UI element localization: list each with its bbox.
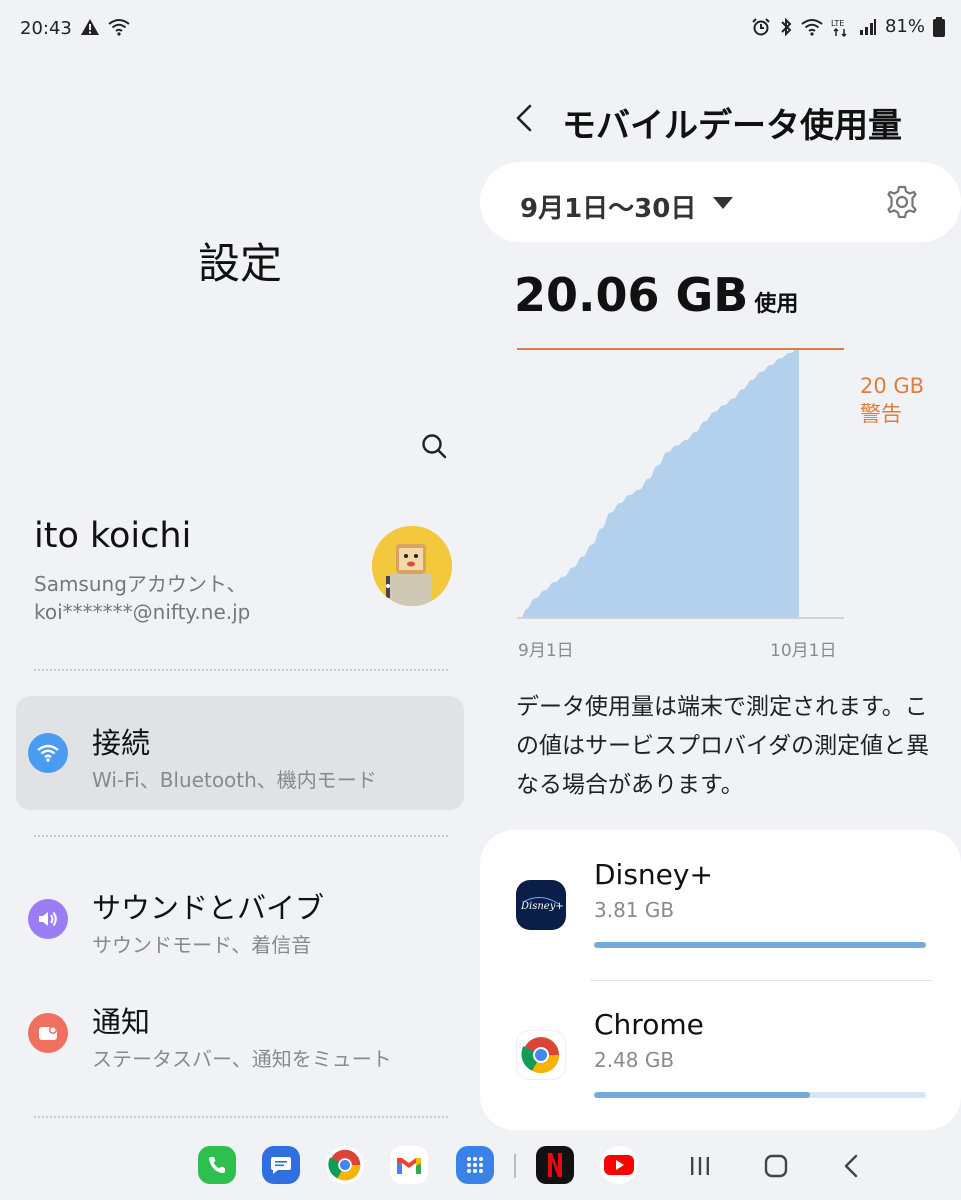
disney-plus-icon: Disney+ xyxy=(516,880,566,930)
settings-title: 設定 xyxy=(197,239,282,288)
search-button[interactable] xyxy=(414,426,454,466)
wifi-icon xyxy=(801,18,823,36)
app-size: 3.81 GB xyxy=(594,898,675,922)
app-row-chrome[interactable]: Chrome 2.48 GB xyxy=(480,980,961,1130)
notification-icon xyxy=(28,1013,68,1053)
battery-icon xyxy=(933,16,945,37)
battery-percent: 81% xyxy=(884,16,925,37)
menu-item-title: サウンドとバイブ xyxy=(92,891,325,925)
avatar-image xyxy=(372,526,452,606)
app-usage-bar xyxy=(594,942,926,948)
warning-label: 20 GB 警告 xyxy=(860,372,924,428)
speaker-icon xyxy=(28,899,68,939)
divider xyxy=(34,835,448,837)
youtube-icon[interactable] xyxy=(600,1146,638,1184)
phone-icon[interactable] xyxy=(198,1146,236,1184)
gear-icon xyxy=(887,185,917,219)
search-icon xyxy=(422,434,447,459)
menu-item-title: 接続 xyxy=(92,726,151,760)
apps-grid-icon[interactable] xyxy=(456,1146,494,1184)
period-selector[interactable]: 9月1日〜30日 xyxy=(480,162,961,242)
avatar[interactable] xyxy=(372,526,452,606)
usage-total: 20.06 GB 使用 xyxy=(514,268,798,322)
app-size: 2.48 GB xyxy=(594,1048,675,1072)
wifi-icon xyxy=(108,19,130,36)
signal-icon xyxy=(859,18,876,35)
menu-item-subtitle: Wi-Fi、Bluetooth、機内モード xyxy=(92,768,377,792)
back-button[interactable] xyxy=(510,100,540,136)
home-button[interactable] xyxy=(758,1150,794,1182)
x-axis-start-label: 9月1日 xyxy=(518,641,574,661)
divider xyxy=(34,1116,448,1118)
settings-pane: 設定 ito koichi Samsungアカウント、 koi*******@n… xyxy=(0,58,480,1140)
chrome-icon[interactable] xyxy=(326,1146,364,1184)
period-label: 9月1日〜30日 xyxy=(520,194,697,224)
warning-amount: 20 GB xyxy=(860,374,925,398)
back-icon xyxy=(844,1154,858,1178)
menu-item-connections[interactable]: 接続 Wi-Fi、Bluetooth、機内モード xyxy=(16,696,464,810)
usage-suffix: 使用 xyxy=(754,292,799,317)
warning-icon xyxy=(81,19,99,35)
measurement-notice: データ使用量は端末で測定されます。この値はサービスプロバイダの測定値と異なる場合… xyxy=(516,694,930,798)
app-row-disney-plus[interactable]: Disney+ Disney+ 3.81 GB xyxy=(480,830,961,980)
menu-item-subtitle: サウンドモード、着信音 xyxy=(92,933,312,957)
recents-icon xyxy=(691,1157,709,1175)
page-title: モバイルデータ使用量 xyxy=(562,106,902,146)
app-name: Chrome xyxy=(594,1008,704,1041)
bluetooth-icon xyxy=(781,17,792,36)
divider xyxy=(34,669,448,671)
recents-button[interactable] xyxy=(682,1150,718,1182)
dropdown-arrow-icon[interactable] xyxy=(712,196,734,210)
lte-icon: LTE xyxy=(831,19,847,37)
alarm-icon xyxy=(752,17,770,35)
menu-item-sound[interactable]: サウンドとバイブ サウンドモード、着信音 xyxy=(16,861,464,975)
status-bar: 20:43 LTE 81% xyxy=(0,0,961,58)
menu-item-notifications[interactable]: 通知 ステータスバー、通知をミュート xyxy=(16,975,464,1089)
wifi-icon xyxy=(28,733,68,773)
chrome-icon xyxy=(516,1030,566,1080)
back-nav-button[interactable] xyxy=(834,1150,870,1182)
app-usage-list: Disney+ Disney+ 3.81 GB Chrome 2.48 GB xyxy=(480,830,961,1130)
usage-area xyxy=(522,348,799,617)
messages-icon[interactable] xyxy=(262,1146,300,1184)
warning-text: 警告 xyxy=(860,402,902,426)
profile-card[interactable]: ito koichi Samsungアカウント、 koi*******@nift… xyxy=(34,516,454,626)
back-arrow-icon xyxy=(516,104,532,132)
svg-text:LTE: LTE xyxy=(831,19,844,28)
settings-button[interactable] xyxy=(884,184,920,220)
gmail-icon[interactable] xyxy=(390,1146,428,1184)
x-axis-end-label: 10月1日 xyxy=(770,641,837,661)
profile-email: koi*******@nifty.ne.jp xyxy=(34,600,251,624)
dock-divider xyxy=(514,1154,516,1178)
app-usage-bar xyxy=(594,1092,926,1098)
mobile-data-usage-pane: モバイルデータ使用量 9月1日〜30日 20.06 GB 使用 20 GB 警告 … xyxy=(480,58,961,1140)
navigation-bar xyxy=(0,1140,961,1200)
app-name: Disney+ xyxy=(594,858,713,891)
menu-item-subtitle: ステータスバー、通知をミュート xyxy=(92,1047,392,1071)
home-icon xyxy=(764,1154,788,1178)
menu-item-title: 通知 xyxy=(92,1005,151,1039)
status-time: 20:43 xyxy=(20,18,72,39)
usage-value: 20.06 GB xyxy=(514,268,749,322)
usage-chart xyxy=(517,348,844,619)
netflix-icon[interactable] xyxy=(536,1146,574,1184)
